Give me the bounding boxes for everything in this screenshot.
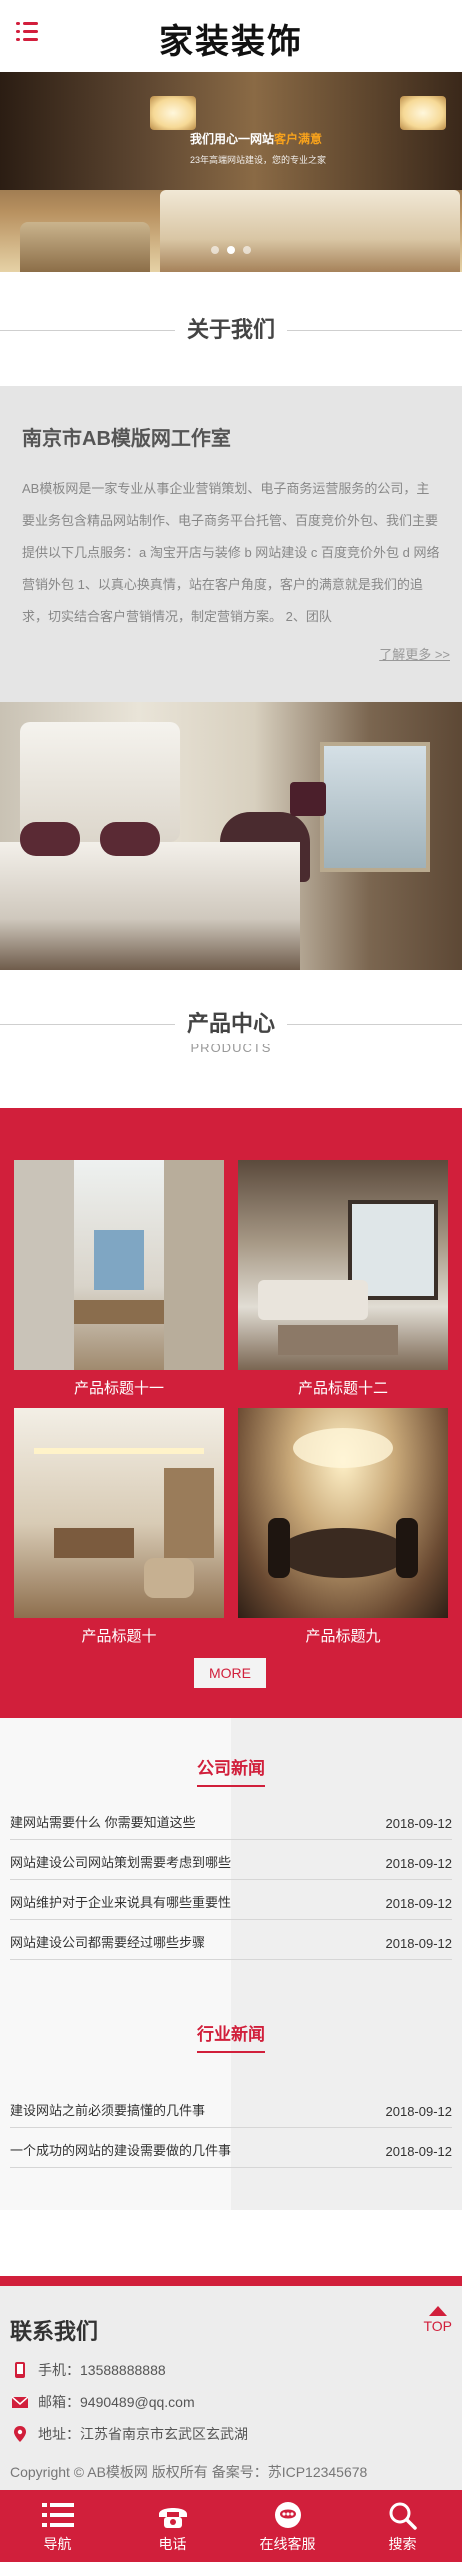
company-name: 南京市AB模版网工作室 xyxy=(22,428,231,450)
news-title[interactable]: 网站维护对于企业来说具有哪些重要性 xyxy=(10,1892,231,1911)
news-date: 2018-09-12 xyxy=(385,1816,453,1831)
news-date: 2018-09-12 xyxy=(385,2144,453,2159)
product-card[interactable]: 产品标题十 xyxy=(14,1408,224,1656)
news-item[interactable]: 建网站需要什么 你需要知道这些 2018-09-12 xyxy=(10,1800,452,1840)
lamp-image xyxy=(150,96,196,130)
about-title: 关于我们 xyxy=(174,310,287,350)
company-news-title[interactable]: 公司新闻 xyxy=(197,1754,265,1787)
carousel-dot[interactable] xyxy=(243,246,251,254)
products-more-button[interactable]: MORE xyxy=(194,1658,266,1688)
slogan-highlight: 客户满意 xyxy=(274,132,323,146)
product-title[interactable]: 产品标题九 xyxy=(238,1618,448,1656)
about-section-heading: 关于我们 xyxy=(0,310,462,350)
nav-label: 导航 xyxy=(43,2536,72,2552)
nav-label: 电话 xyxy=(158,2536,187,2552)
industry-news-heading: 行业新闻 xyxy=(0,2020,462,2053)
news-title[interactable]: 网站建设公司网站策划需要考虑到哪些 xyxy=(10,1852,231,1871)
products-section-heading: 产品中心 PRODUCTS xyxy=(0,1004,462,1055)
industry-news-title[interactable]: 行业新闻 xyxy=(197,2020,265,2053)
contact-title: 联系我们 xyxy=(10,2319,99,2344)
learn-more-link[interactable]: 了解更多 >> xyxy=(379,644,450,663)
header: 家装装饰 xyxy=(0,0,462,72)
contact-phone-text: 手机：13588888888 xyxy=(38,2362,166,2378)
nav-item-search[interactable]: 搜索 xyxy=(345,2490,460,2562)
contact-address: 地址：江苏省南京市玄武区玄武湖 xyxy=(12,2424,248,2444)
window xyxy=(320,742,430,872)
news-title[interactable]: 建设网站之前必须要搞懂的几件事 xyxy=(10,2100,205,2119)
news-date: 2018-09-12 xyxy=(385,1856,453,1871)
product-title[interactable]: 产品标题十二 xyxy=(238,1370,448,1408)
product-card[interactable]: 产品标题十二 xyxy=(238,1160,448,1408)
product-card[interactable]: 产品标题九 xyxy=(238,1408,448,1656)
slogan-sub: 23年高端网站建设，您的专业之家 xyxy=(190,155,327,165)
search-icon xyxy=(389,2502,417,2530)
news-section: 公司新闻 建网站需要什么 你需要知道这些 2018-09-12 网站建设公司网站策… xyxy=(0,1718,462,2210)
location-pin-icon xyxy=(14,2426,26,2442)
carousel-dot-active[interactable] xyxy=(227,246,235,254)
chat-icon xyxy=(274,2502,301,2528)
product-card[interactable]: 产品标题十一 xyxy=(14,1160,224,1408)
pillow xyxy=(20,822,80,856)
news-item[interactable]: 建设网站之前必须要搞懂的几件事 2018-09-12 xyxy=(10,2088,452,2128)
lamp xyxy=(290,782,326,816)
news-date: 2018-09-12 xyxy=(385,2104,453,2119)
news-item[interactable]: 一个成功的网站的建设需要做的几件事 2018-09-12 xyxy=(10,2128,452,2168)
products-section: 产品标题十一 产品标题十二 产品标题十 产品标题九 MORE xyxy=(0,1108,462,1718)
list-icon xyxy=(41,2503,74,2527)
product-title[interactable]: 产品标题十 xyxy=(14,1618,224,1656)
top-label: TOP xyxy=(423,2318,452,2334)
contact-phone: 手机：13588888888 xyxy=(12,2360,166,2380)
news-title[interactable]: 网站建设公司都需要经过哪些步骤 xyxy=(10,1932,205,1951)
bed-image xyxy=(160,190,460,272)
contact-email: 邮箱：9490489@qq.com xyxy=(12,2392,195,2412)
site-title[interactable]: 家装装饰 xyxy=(0,14,462,63)
nav-label: 搜索 xyxy=(388,2536,417,2552)
lamp-image xyxy=(400,96,446,130)
pillow xyxy=(100,822,160,856)
news-item[interactable]: 网站建设公司都需要经过哪些步骤 2018-09-12 xyxy=(10,1920,452,1960)
news-date: 2018-09-12 xyxy=(385,1896,453,1911)
nav-label: 在线客服 xyxy=(259,2536,316,2552)
product-title[interactable]: 产品标题十一 xyxy=(14,1370,224,1408)
mobile-phone-icon xyxy=(15,2362,25,2378)
about-section: 南京市AB模版网工作室 AB模板网是一家专业从事企业营销策划、电子商务运营服务的… xyxy=(0,386,462,702)
nav-item-online-service[interactable]: 在线客服 xyxy=(230,2490,345,2562)
news-title[interactable]: 建网站需要什么 你需要知道这些 xyxy=(10,1812,196,1831)
hero-banner[interactable]: 我们用心一网站客户满意 23年高端网站建设，您的专业之家 xyxy=(0,72,462,272)
products-title: 产品中心 xyxy=(174,1004,287,1044)
contact-section: 联系我们 TOP 手机：13588888888 邮箱：9490489@qq.co… xyxy=(0,2276,462,2490)
envelope-icon xyxy=(12,2396,28,2408)
news-item[interactable]: 网站维护对于企业来说具有哪些重要性 2018-09-12 xyxy=(10,1880,452,1920)
about-room-image xyxy=(0,702,462,970)
carousel-dot[interactable] xyxy=(211,246,219,254)
news-title[interactable]: 一个成功的网站的建设需要做的几件事 xyxy=(10,2140,231,2159)
product-image[interactable] xyxy=(14,1408,224,1618)
phone-icon xyxy=(158,2508,187,2528)
arrow-up-icon xyxy=(428,2306,447,2316)
product-image[interactable] xyxy=(238,1160,448,1370)
slogan-prefix: 我们用心一网站 xyxy=(190,132,275,146)
banner-slogan: 我们用心一网站客户满意 23年高端网站建设，您的专业之家 xyxy=(190,130,326,166)
industry-news-list: 建设网站之前必须要搞懂的几件事 2018-09-12 一个成功的网站的建设需要做的… xyxy=(10,2088,452,2168)
news-item[interactable]: 网站建设公司网站策划需要考虑到哪些 2018-09-12 xyxy=(10,1840,452,1880)
nav-item-phone[interactable]: 电话 xyxy=(115,2490,230,2562)
about-description: AB模板网是一家专业从事企业营销策划、电子商务运营服务的公司，主要业务包含精品网… xyxy=(22,481,440,624)
product-image[interactable] xyxy=(238,1408,448,1618)
product-image[interactable] xyxy=(14,1160,224,1370)
news-date: 2018-09-12 xyxy=(385,1936,453,1951)
company-news-list: 建网站需要什么 你需要知道这些 2018-09-12 网站建设公司网站策划需要考虑… xyxy=(10,1800,452,1960)
contact-email-text: 邮箱：9490489@qq.com xyxy=(38,2394,195,2410)
bed xyxy=(0,842,300,970)
copyright-text: Copyright © AB模板网 版权所有 备案号：苏ICP12345678 xyxy=(10,2464,368,2480)
nav-item-menu[interactable]: 导航 xyxy=(0,2490,115,2562)
company-news-heading: 公司新闻 xyxy=(0,1754,462,1787)
contact-address-text: 地址：江苏省南京市玄武区玄武湖 xyxy=(38,2426,248,2442)
back-to-top-button[interactable]: TOP xyxy=(423,2306,452,2334)
carousel-dots xyxy=(0,246,462,254)
bottom-nav-bar: 导航 电话 在线客服 搜索 xyxy=(0,2490,462,2562)
